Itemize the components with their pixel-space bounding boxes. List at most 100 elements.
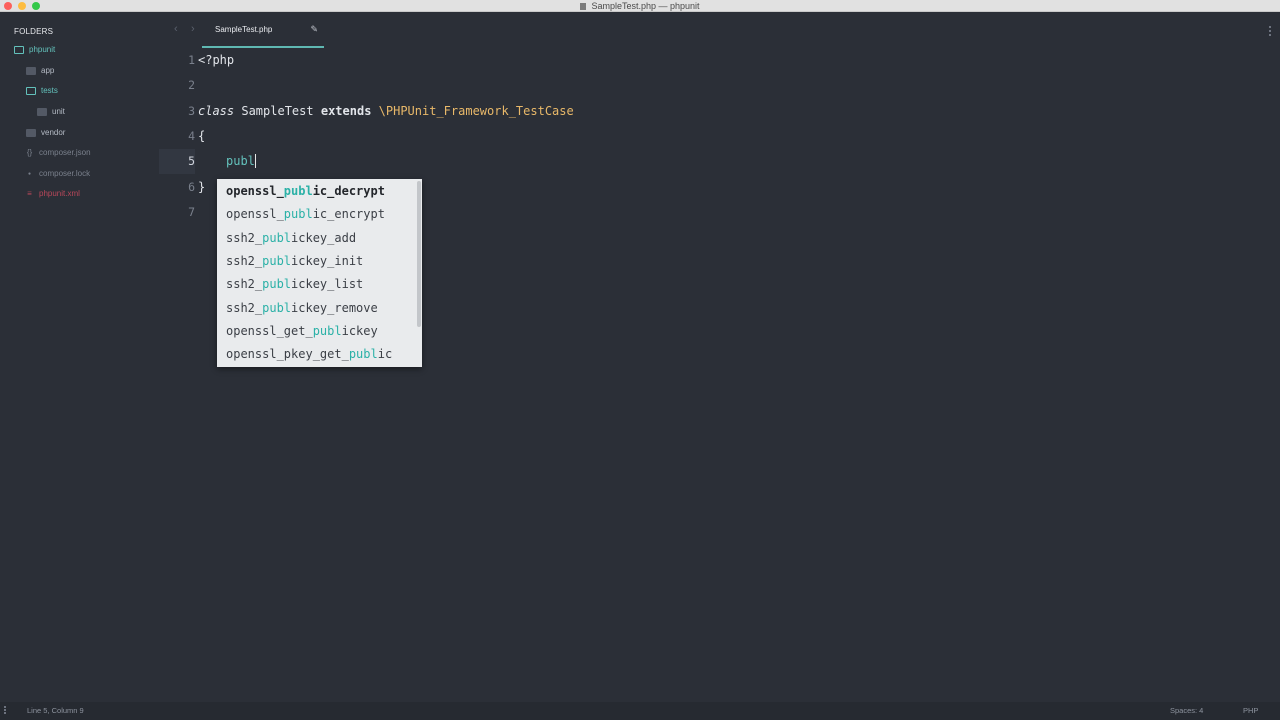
autocomplete-item[interactable]: openssl_get_publickey: [217, 320, 422, 343]
autocomplete-item[interactable]: ssh2_publickey_list: [217, 273, 422, 296]
window-title: SampleTest.php — phpunit: [591, 1, 700, 11]
autocomplete-item[interactable]: ssh2_publickey_init: [217, 250, 422, 273]
autocomplete-item[interactable]: openssl_pkey_get_public: [217, 343, 422, 366]
indentation-setting[interactable]: Spaces: 4: [1170, 706, 1203, 715]
tree-item-label: composer.lock: [39, 169, 91, 178]
sidebar-toggle-icon[interactable]: [4, 706, 6, 715]
completion-suffix: ickey_init: [291, 254, 364, 268]
completion-prefix: ssh2_: [226, 231, 263, 245]
code-text: {: [198, 129, 206, 143]
completion-prefix: openssl_: [226, 184, 284, 198]
tree-item-label: tests: [41, 86, 58, 95]
class-keyword: class: [198, 104, 235, 118]
document-icon: [580, 3, 587, 10]
folders-header: FOLDERS: [14, 27, 54, 36]
forward-arrow-icon[interactable]: ›: [191, 23, 195, 35]
completion-prefix: ssh2_: [226, 277, 263, 291]
class-name: SampleTest: [241, 104, 314, 118]
code-line: 1 <?php: [159, 48, 1280, 73]
sidebar: FOLDERS phpunit app tests unit vendor {}…: [0, 12, 159, 702]
completion-suffix: ic: [377, 347, 393, 361]
completion-prefix: openssl_get_: [226, 324, 313, 338]
line-number: 4: [188, 129, 195, 143]
tree-item-label: phpunit.xml: [39, 189, 80, 198]
line-number: 2: [188, 78, 195, 92]
completion-suffix: ic_decrypt: [312, 184, 385, 198]
completion-prefix: ssh2_: [226, 301, 263, 315]
tree-item-label: composer.json: [39, 148, 91, 157]
tree-item-label: phpunit: [29, 45, 56, 54]
completion-suffix: ickey_remove: [291, 301, 378, 315]
typed-text: publ: [226, 154, 255, 168]
line-number: 1: [188, 53, 195, 67]
autocomplete-item[interactable]: ssh2_publickey_add: [217, 227, 422, 250]
tree-item-composer-lock[interactable]: ● composer.lock: [25, 166, 90, 182]
line-number: 7: [188, 205, 195, 219]
autocomplete-item[interactable]: openssl_public_decrypt: [217, 180, 422, 203]
tree-item-phpunit[interactable]: phpunit: [14, 42, 55, 58]
folder-open-icon: [14, 46, 24, 54]
code-editor[interactable]: 1 <?php 2 3 class SampleTest extends \PH…: [159, 48, 1280, 702]
extends-keyword: extends: [320, 104, 372, 118]
line-number: 6: [188, 180, 195, 194]
more-menu-icon[interactable]: [1269, 26, 1271, 38]
code-text: publ: [226, 149, 256, 174]
completion-suffix: ickey: [341, 324, 378, 338]
folder-icon: [37, 108, 47, 116]
tree-item-tests[interactable]: tests: [26, 83, 58, 99]
completion-prefix: openssl_pkey_get_: [226, 347, 349, 361]
folder-icon: [26, 129, 36, 137]
lock-file-icon: ●: [27, 171, 32, 177]
tree-item-app[interactable]: app: [26, 63, 54, 79]
popup-scrollbar[interactable]: [417, 181, 421, 327]
tree-item-composer-json[interactable]: {} composer.json: [25, 145, 91, 161]
completion-match: publ: [348, 347, 378, 361]
autocomplete-popup: openssl_public_decrypt openssl_public_en…: [217, 179, 422, 367]
line-number: 3: [188, 104, 195, 118]
completion-match: publ: [262, 231, 292, 245]
tree-item-vendor[interactable]: vendor: [26, 125, 65, 141]
completion-match: publ: [262, 254, 292, 268]
syntax-selector[interactable]: PHP: [1243, 706, 1258, 715]
window-title-wrap: SampleTest.php — phpunit: [0, 0, 1280, 12]
folder-open-icon: [26, 87, 36, 95]
code-line: 3 class SampleTest extends \PHPUnit_Fram…: [159, 99, 1280, 124]
text-cursor: [254, 154, 256, 168]
cursor-position: Line 5, Column 9: [27, 706, 84, 715]
autocomplete-item[interactable]: ssh2_publickey_remove: [217, 297, 422, 320]
code-text: <?php: [198, 53, 235, 67]
xml-file-icon: ≡: [27, 189, 32, 198]
code-line: 2: [159, 73, 1280, 98]
completion-match: publ: [312, 324, 342, 338]
tree-item-unit[interactable]: unit: [37, 104, 65, 120]
completion-prefix: ssh2_: [226, 254, 263, 268]
tree-item-phpunit-xml[interactable]: ≡ phpunit.xml: [25, 186, 80, 202]
code-line: 4 {: [159, 124, 1280, 149]
completion-suffix: ickey_add: [291, 231, 357, 245]
line-number: 5: [159, 149, 195, 174]
completion-prefix: openssl_: [226, 207, 284, 221]
code-text: class SampleTest extends \PHPUnit_Framew…: [198, 99, 574, 124]
back-arrow-icon[interactable]: ‹: [174, 23, 178, 35]
code-line-active: 5 publ: [159, 149, 1280, 174]
completion-match: publ: [283, 184, 313, 198]
completion-match: publ: [262, 277, 292, 291]
pencil-icon: ✎: [310, 24, 318, 34]
title-bar: SampleTest.php — phpunit: [0, 0, 1280, 12]
parent-class: \PHPUnit_Framework_TestCase: [378, 104, 574, 118]
completion-match: publ: [283, 207, 313, 221]
tree-item-label: vendor: [41, 128, 66, 137]
folder-icon: [26, 67, 36, 75]
autocomplete-item[interactable]: openssl_public_encrypt: [217, 203, 422, 226]
tree-item-label: app: [41, 66, 55, 75]
tab-label: SampleTest.php: [215, 25, 273, 34]
code-text: }: [198, 180, 206, 194]
tree-item-label: unit: [52, 107, 65, 116]
tab-sampletest-php[interactable]: SampleTest.php ✎: [202, 12, 324, 48]
completion-match: publ: [262, 301, 292, 315]
completion-suffix: ic_encrypt: [312, 207, 385, 221]
status-bar: Line 5, Column 9 Spaces: 4 PHP: [0, 702, 1280, 720]
json-file-icon: {}: [26, 148, 33, 157]
completion-suffix: ickey_list: [291, 277, 364, 291]
tab-bar: ‹ › SampleTest.php ✎: [159, 12, 1280, 48]
